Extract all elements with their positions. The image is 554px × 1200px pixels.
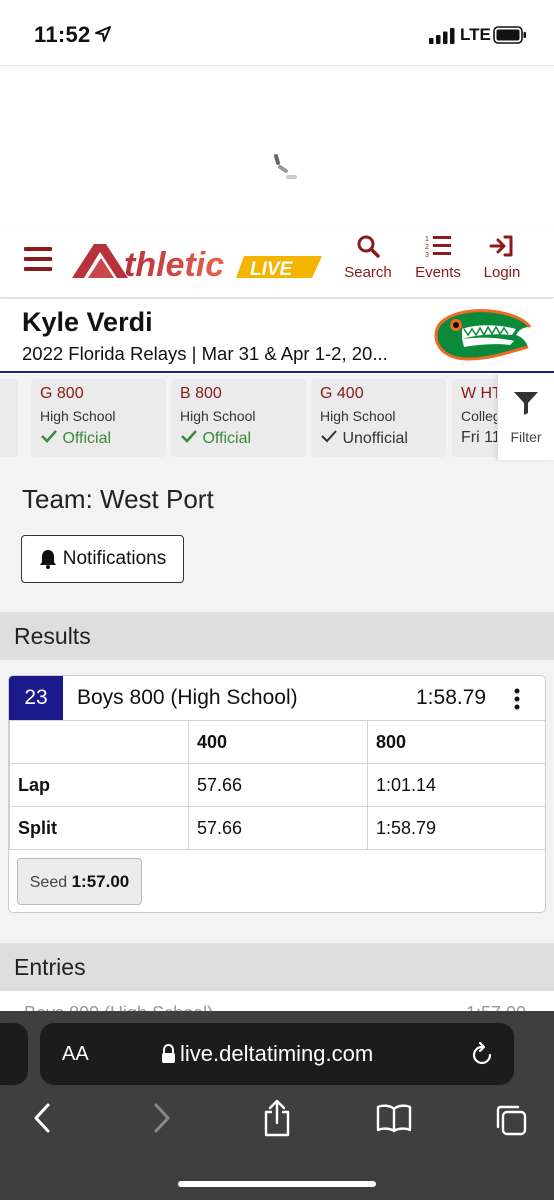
table-cell: 1:01.14 — [367, 763, 545, 807]
notifications-button[interactable]: Notifications — [21, 535, 184, 583]
seed-value: 1:57.00 — [71, 872, 130, 891]
home-indicator — [178, 1181, 376, 1187]
bell-icon — [39, 550, 56, 569]
filter-label: Filter — [510, 429, 542, 445]
table-row: Split 57.66 1:58.79 — [9, 806, 545, 850]
table-cell: 57.66 — [188, 806, 368, 850]
table-row: Lap 57.66 1:01.14 — [9, 763, 545, 807]
event-tab-previous[interactable] — [0, 379, 18, 457]
status-time: 11:52 — [34, 22, 91, 47]
login-button[interactable]: Login — [471, 234, 533, 281]
events-label: Events — [415, 264, 461, 281]
search-button[interactable]: Search — [337, 234, 399, 281]
network-type: LTE — [460, 25, 491, 44]
event-tab[interactable]: G 800 High School Official — [31, 379, 166, 457]
meet-title: 2022 Florida Relays | Mar 31 & Apr 1-2, … — [22, 343, 388, 364]
status-bar: 11:52 LTE — [0, 0, 554, 66]
table-cell: 1:58.79 — [367, 806, 545, 850]
share-icon[interactable] — [262, 1099, 292, 1137]
previous-tab-preview[interactable] — [0, 1023, 28, 1085]
hamburger-menu-icon[interactable] — [24, 246, 52, 272]
event-tab-level: High School — [180, 408, 256, 424]
forward-icon[interactable] — [152, 1103, 172, 1133]
list-icon: 123 — [425, 236, 451, 258]
filter-icon — [514, 392, 538, 415]
results-body: 23 Boys 800 (High School) 1:58.79 400 80… — [0, 660, 554, 943]
event-tabs: G 800 High School Official B 800 High Sc… — [0, 374, 554, 462]
table-header-cell — [9, 720, 189, 764]
event-tab[interactable]: B 800 High School Official — [171, 379, 306, 457]
sign-in-icon — [489, 235, 513, 257]
tabs-icon[interactable] — [494, 1103, 528, 1137]
checkmark-icon — [41, 430, 57, 443]
url-text: live.deltatiming.com — [180, 1041, 374, 1066]
more-options-icon[interactable] — [513, 688, 521, 710]
filter-button[interactable]: Filter — [497, 374, 554, 460]
app-header: thletic LIVE Search 123 Events Login — [0, 228, 554, 298]
event-tab[interactable]: G 400 High School Unofficial — [311, 379, 446, 457]
svg-text:2: 2 — [425, 244, 429, 251]
event-tab-name: G 400 — [320, 385, 364, 402]
florida-gators-logo — [434, 309, 532, 361]
notifications-label: Notifications — [62, 548, 167, 569]
event-tab-level: High School — [320, 408, 396, 424]
seed-badge: Seed 1:57.00 — [17, 858, 142, 905]
team-section: Team: West Port Notifications — [0, 462, 554, 612]
result-card: 23 Boys 800 (High School) 1:58.79 400 80… — [8, 675, 546, 913]
cellular-signal-icon — [429, 28, 455, 44]
team-label: Team: West Port — [22, 484, 214, 514]
event-tab-name: B 800 — [180, 385, 222, 402]
back-icon[interactable] — [32, 1103, 52, 1133]
login-label: Login — [483, 264, 521, 281]
events-button[interactable]: 123 Events — [407, 234, 469, 281]
battery-icon — [493, 26, 526, 44]
splits-table: 400 800 Lap 57.66 1:01.14 Split 57.66 1:… — [9, 720, 545, 850]
address-bar[interactable]: AA live.deltatiming.com — [40, 1023, 514, 1085]
row-label: Lap — [9, 763, 189, 807]
checkmark-icon — [321, 430, 337, 443]
athlete-name: Kyle Verdi — [22, 307, 153, 337]
reader-options-button[interactable]: AA — [62, 1043, 89, 1066]
event-tab-status: Official — [202, 430, 252, 447]
svg-text:3: 3 — [425, 252, 429, 258]
place-badge: 23 — [9, 676, 63, 720]
location-arrow-icon — [95, 26, 111, 42]
logo-badge-text: LIVE — [250, 259, 294, 280]
result-event-name: Boys 800 (High School) — [77, 686, 298, 709]
reload-icon[interactable] — [470, 1041, 494, 1067]
logo-text: thletic — [124, 246, 224, 282]
result-time: 1:58.79 — [416, 686, 487, 709]
loading-area — [0, 67, 554, 227]
table-header-cell: 400 — [188, 720, 368, 764]
loading-spinner-icon — [274, 154, 297, 179]
results-header: Results — [0, 612, 554, 660]
entries-header: Entries — [0, 943, 554, 991]
search-icon — [357, 235, 380, 258]
search-label: Search — [344, 264, 392, 281]
event-tab-status: Unofficial — [342, 430, 408, 447]
svg-text:1: 1 — [425, 236, 429, 243]
lock-icon — [162, 1044, 175, 1063]
bookmarks-icon[interactable] — [376, 1103, 412, 1133]
table-cell: 57.66 — [188, 763, 368, 807]
row-label: Split — [9, 806, 189, 850]
event-tab-name: G 800 — [40, 385, 84, 402]
athletic-live-logo[interactable]: thletic LIVE — [70, 240, 322, 282]
seed-label: Seed — [29, 874, 68, 891]
table-header-cell: 800 — [367, 720, 545, 764]
browser-toolbar: AA live.deltatiming.com — [0, 1011, 554, 1200]
meet-info: Kyle Verdi 2022 Florida Relays | Mar 31 … — [0, 299, 554, 373]
event-tab-level: High School — [40, 408, 116, 424]
event-tab-status: Official — [62, 430, 112, 447]
table-header-row: 400 800 — [9, 720, 545, 764]
checkmark-icon — [181, 430, 197, 443]
